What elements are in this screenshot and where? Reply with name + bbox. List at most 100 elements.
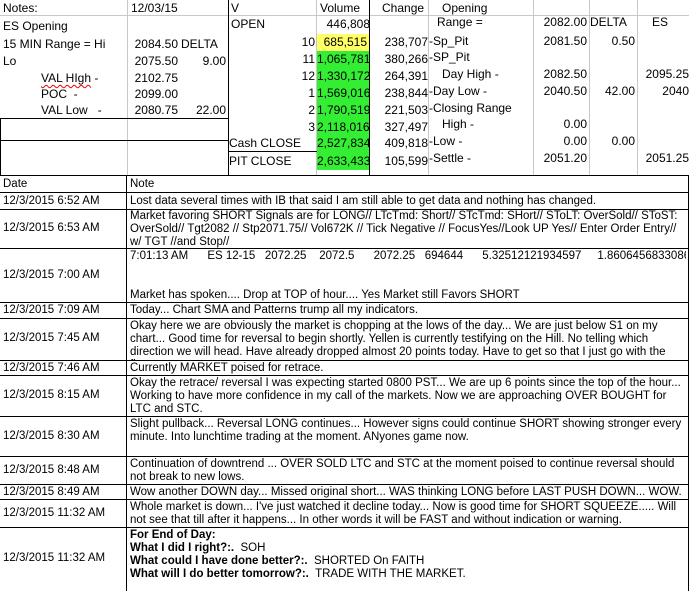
val-high-label: VAL HIgh -: [41, 71, 99, 85]
border: [0, 118, 1, 176]
volume-row-change: 327,497: [384, 120, 428, 134]
day-low-es: 2040: [662, 84, 689, 98]
volume-row-time: 1: [308, 86, 315, 100]
volume-row-time: 10: [301, 35, 315, 49]
log-date: 12/3/2015 7:09 AM: [3, 304, 100, 316]
row-border: [0, 248, 689, 249]
row-border: [0, 375, 689, 376]
cash-close-label: Cash CLOSE: [229, 136, 302, 150]
delta-label: DELTA: [181, 37, 218, 51]
settle-es: 2051.25: [645, 151, 689, 165]
settle-value: 2051.20: [543, 151, 587, 165]
opening-range-label: Opening: [442, 1, 488, 15]
cr-low-label: -Low -: [429, 134, 463, 148]
poc-value: 2099.00: [134, 87, 178, 101]
day-low-delta: 42.00: [604, 84, 635, 98]
volume-row-volume: 1,569,016: [317, 85, 371, 102]
cash-close-volume: 2,527,834: [317, 134, 371, 152]
log-note: Continuation of downtrend ... OVER SOLD …: [130, 458, 675, 483]
closing-range-label: -Closing Range: [429, 101, 512, 115]
es-opening-label: ES Opening: [3, 19, 68, 33]
log-date: 12/3/2015 7:46 AM: [3, 362, 100, 374]
log-date: 12/3/2015 8:15 AM: [3, 389, 100, 401]
day-low-label: -Day Low -: [429, 84, 488, 98]
opening-range-label-2: Range =: [437, 15, 483, 29]
border: [126, 176, 127, 591]
row-border: [0, 456, 689, 457]
volume-row-change: 238,844: [384, 86, 428, 100]
col-change-header: Change: [382, 1, 425, 15]
eod-answer: SOH: [240, 542, 266, 554]
settle-label: -Settle -: [429, 151, 472, 165]
log-date: 12/3/2015 8:48 AM: [3, 464, 100, 476]
volume-row-change: 221,503: [384, 103, 428, 117]
sp-pit2-label: -SP_Pit: [429, 50, 470, 64]
log-date: 12/3/2015 8:30 AM: [3, 430, 100, 442]
cr-high-label: High -: [442, 117, 475, 131]
es-label: ES: [652, 15, 669, 29]
volume-row-change: 264,391: [384, 69, 428, 83]
day-low-value: 2040.50: [543, 84, 587, 98]
col-note-header: Note: [130, 178, 155, 190]
val-delta-value: 22.00: [195, 103, 226, 117]
range-label: 15 MIN Range = Hi: [3, 37, 106, 51]
pit-close-change: 105,599: [384, 154, 428, 168]
eod-answer: TRADE WITH THE MARKET.: [315, 568, 466, 580]
row-border: [0, 416, 689, 417]
log-note: Slight pullback... Reversal LONG continu…: [130, 418, 682, 443]
col-v-header: V: [231, 1, 240, 15]
eod-question: What could I have done better?:.: [130, 555, 308, 567]
log-date: 12/3/2015 8:49 AM: [3, 486, 100, 498]
range-hi-value: 2084.50: [134, 37, 178, 51]
border: [0, 192, 689, 193]
day-high-es: 2095.25: [645, 67, 689, 81]
eod-question: What will I do better tomorrow?:.: [130, 568, 309, 580]
log-note: Okay here we are obviously the market is…: [130, 320, 666, 360]
row-border: [0, 318, 689, 319]
log-note: Today... Chart SMA and Patterns trump al…: [130, 304, 419, 316]
volume-row-volume: 1,065,781: [317, 51, 371, 68]
volume-row-volume: 1,790,519: [317, 102, 371, 119]
row-border: [0, 484, 689, 485]
day-high-label: Day High -: [442, 67, 499, 81]
log-date: 12/3/2015 11:32 AM: [3, 552, 106, 564]
log-date: 12/3/2015 7:45 AM: [3, 332, 100, 344]
poc-label: POC -: [41, 87, 78, 101]
border: [0, 175, 689, 176]
border: [0, 118, 228, 119]
notes-label: Notes:: [3, 1, 38, 15]
log-note-end-of-day: For End of Day: What I did I right?:. SO…: [130, 529, 686, 589]
volume-row-volume: 685,515: [317, 34, 369, 51]
sp-pit-delta: 0.50: [611, 34, 635, 48]
log-note: Whole market is down... I've just watche…: [130, 501, 677, 526]
log-date: 12/3/2015 6:53 AM: [3, 222, 100, 234]
log-note: Market favoring SHORT Signals are for LO…: [130, 210, 678, 248]
delta-value: 9.00: [202, 54, 226, 68]
volume-row-time: 2: [308, 103, 315, 117]
row-border: [0, 499, 689, 500]
border: [228, 151, 327, 152]
open-volume: 446,808: [326, 17, 370, 31]
volume-row-time: 12: [301, 69, 315, 83]
eod-title: For End of Day:: [130, 529, 216, 541]
val-low-label: VAL Low -: [41, 103, 102, 117]
volume-row-volume: 1,330,172: [317, 68, 371, 85]
open-label: OPEN: [231, 17, 266, 31]
log-note: Currently MARKET poised for retrace.: [130, 362, 324, 374]
border: [0, 140, 228, 141]
cash-close-change: 409,818: [384, 136, 428, 150]
grid-line: [533, 0, 534, 175]
volume-row-change: 380,266: [384, 52, 428, 66]
range-lo-value: 2075.50: [134, 54, 178, 68]
pit-close-volume: 2,633,433: [317, 152, 371, 170]
col-date-header: Date: [3, 178, 28, 190]
right-delta-label: DELTA: [590, 15, 627, 29]
eod-answer: SHORTED On FAITH: [314, 555, 425, 567]
date-value: 12/03/15: [131, 1, 178, 15]
val-high-value: 2102.75: [134, 71, 178, 85]
pit-close-label: PIT CLOSE: [229, 154, 292, 168]
row-border: [0, 527, 689, 528]
volume-row-time: 11: [302, 52, 315, 66]
eod-question: What I did I right?:.: [130, 542, 235, 554]
opening-range-value: 2082.00: [543, 15, 587, 29]
